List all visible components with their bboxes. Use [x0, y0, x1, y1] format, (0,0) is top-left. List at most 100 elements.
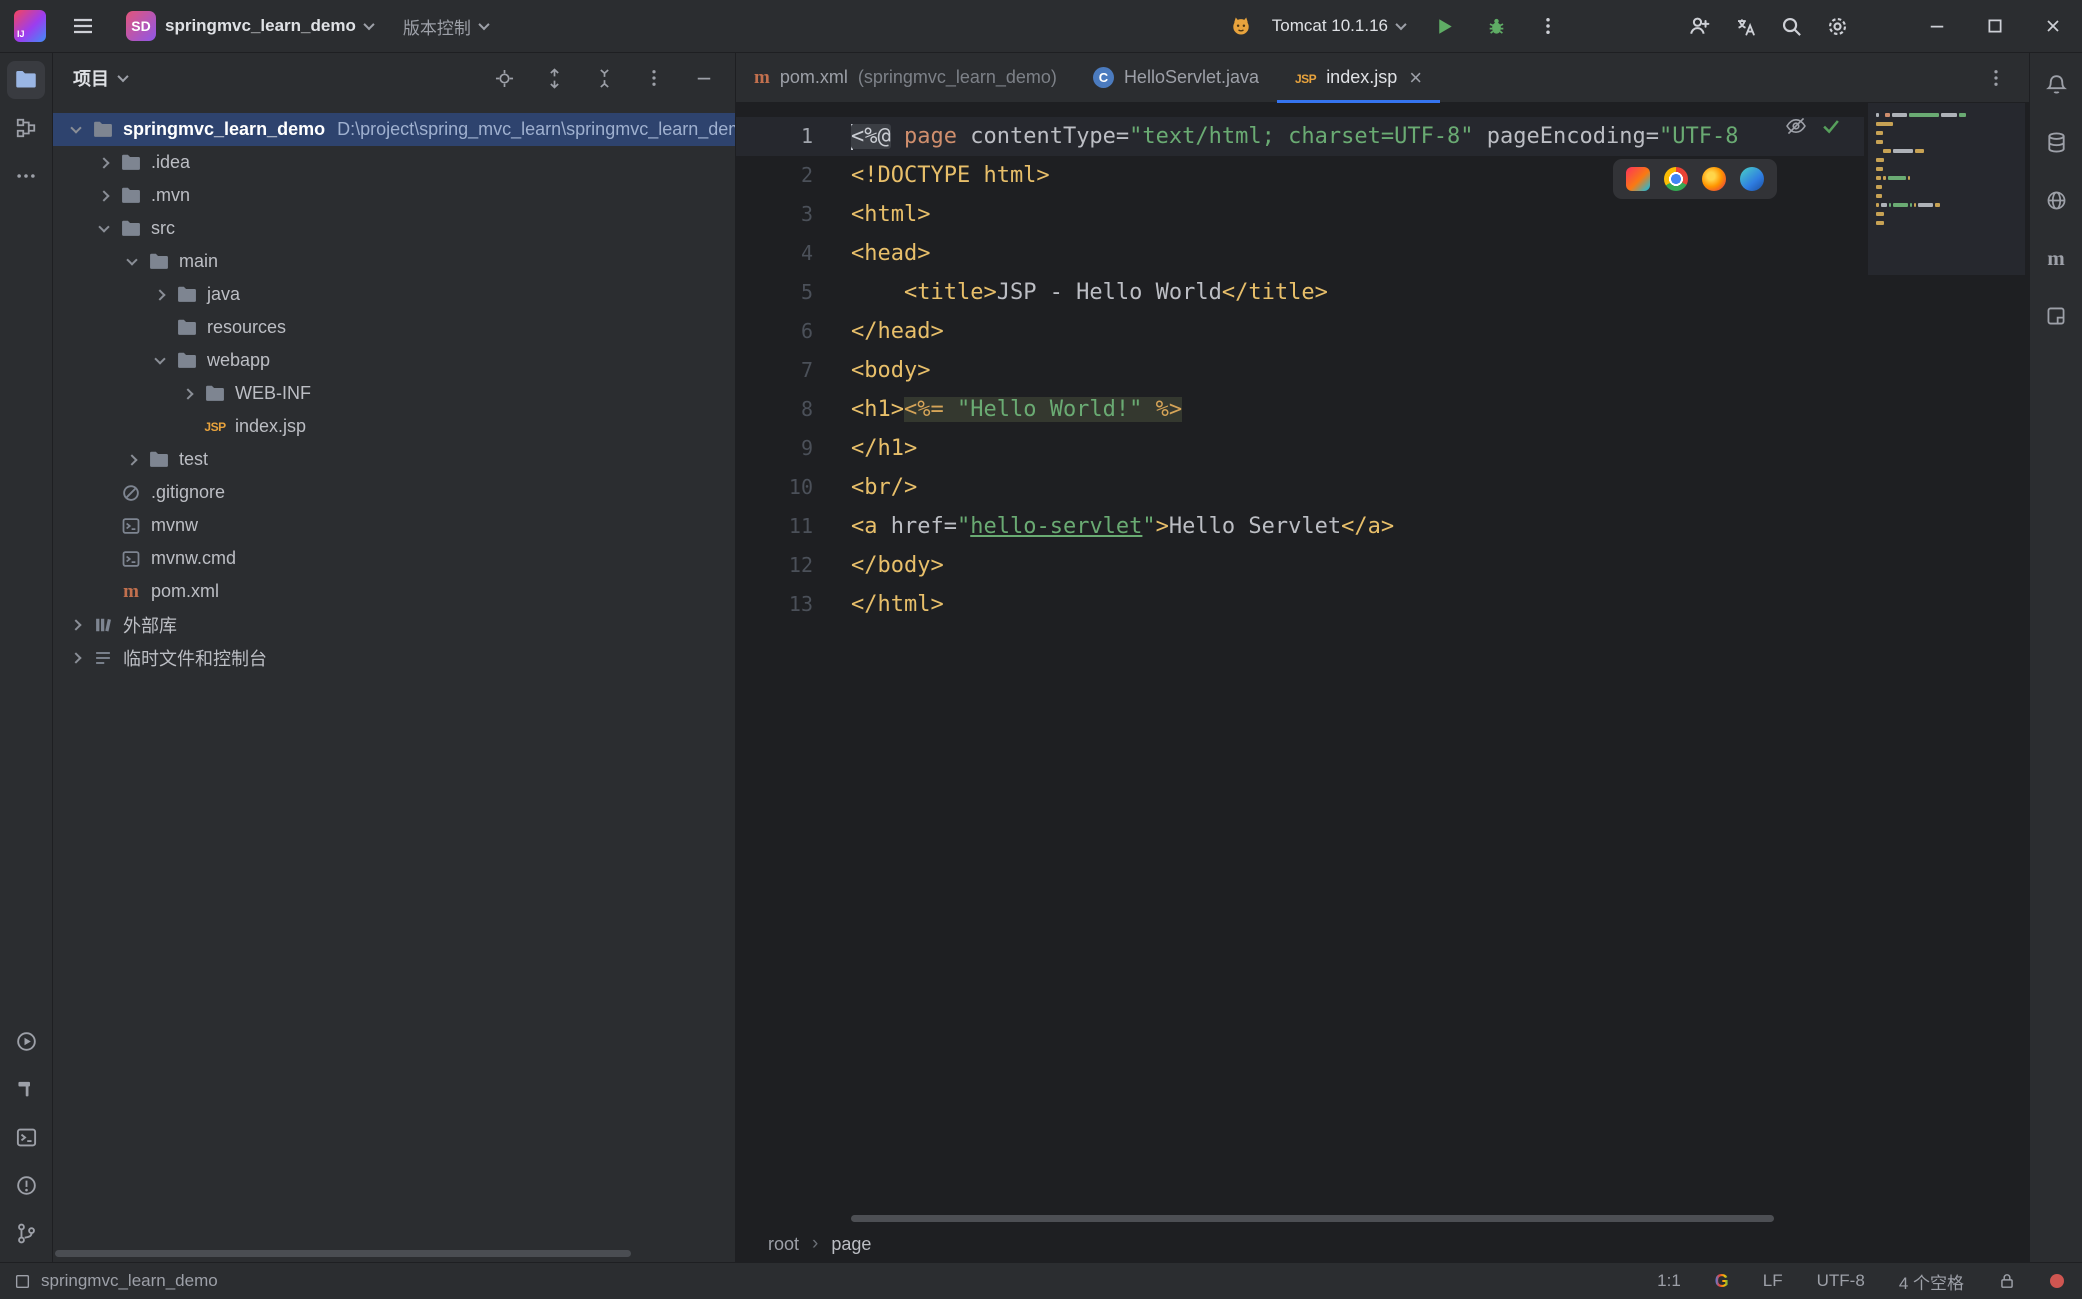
tree-item-test[interactable]: test	[53, 443, 735, 476]
breadcrumb-item-page[interactable]: page	[831, 1234, 871, 1255]
git-branch-tool-icon[interactable]	[7, 1214, 45, 1252]
maximize-icon[interactable]	[1974, 7, 2016, 45]
indent-setting[interactable]: 4 个空格	[1899, 1269, 1964, 1294]
expand-all-icon[interactable]	[539, 63, 569, 93]
notifications-bell-icon[interactable]	[2037, 65, 2075, 103]
chevron-right-icon[interactable]	[182, 388, 193, 399]
code-line-8[interactable]: 8<h1><%= "Hello World!" %>	[736, 390, 1864, 429]
line-separator[interactable]: LF	[1763, 1271, 1783, 1291]
builtin-browser-icon[interactable]	[1626, 167, 1650, 191]
tree-item-java[interactable]: java	[53, 278, 735, 311]
chrome-browser-icon[interactable]	[1664, 167, 1688, 191]
tree-item-item[interactable]: 临时文件和控制台	[53, 641, 735, 674]
tree-item-mvnw[interactable]: mvnw	[53, 509, 735, 542]
chevron-right-icon[interactable]	[126, 454, 137, 465]
chevron-down-icon[interactable]	[117, 71, 128, 82]
highlighting-off-icon[interactable]	[1785, 115, 1807, 137]
inspections-ok-icon[interactable]	[1821, 116, 1841, 136]
tree-item-resources[interactable]: resources	[53, 311, 735, 344]
database-tool-icon[interactable]	[2037, 123, 2075, 161]
caret-position[interactable]: 1:1	[1657, 1271, 1681, 1291]
tree-item-idea[interactable]: .idea	[53, 146, 735, 179]
tree-item-pom-xml[interactable]: mpom.xml	[53, 575, 735, 608]
tab-helloservlet-java[interactable]: CHelloServlet.java	[1075, 53, 1277, 102]
translation-g-icon[interactable]: G	[1715, 1271, 1729, 1292]
project-panel-scrollbar[interactable]	[55, 1250, 733, 1258]
code-line-10[interactable]: 10<br/>	[736, 468, 1864, 507]
breadcrumb-item-root[interactable]: root	[768, 1234, 799, 1255]
translate-icon[interactable]	[1726, 7, 1764, 45]
readonly-lock-icon[interactable]	[1998, 1272, 2016, 1290]
code-line-6[interactable]: 6</head>	[736, 312, 1864, 351]
services-tool-icon[interactable]	[7, 1022, 45, 1060]
more-tools-icon[interactable]	[7, 157, 45, 195]
select-opened-file-icon[interactable]	[489, 63, 519, 93]
project-tool-icon[interactable]	[7, 61, 45, 99]
tree-item-src[interactable]: src	[53, 212, 735, 245]
editor-horizontal-scrollbar[interactable]	[851, 1215, 1844, 1223]
chevron-right-icon[interactable]	[98, 157, 109, 168]
terminal-tool-icon[interactable]	[7, 1118, 45, 1156]
panel-options-icon[interactable]	[639, 63, 669, 93]
hide-panel-icon[interactable]	[689, 63, 719, 93]
code-line-5[interactable]: 5 <title>JSP - Hello World</title>	[736, 273, 1864, 312]
code-editor[interactable]: 1<%@ page contentType="text/html; charse…	[736, 103, 1864, 1226]
tab-pom-xml[interactable]: mpom.xml (springmvc_learn_demo)	[736, 53, 1075, 102]
collapse-all-icon[interactable]	[589, 63, 619, 93]
tree-item-main[interactable]: main	[53, 245, 735, 278]
build-tool-icon[interactable]	[7, 1070, 45, 1108]
code-line-9[interactable]: 9</h1>	[736, 429, 1864, 468]
tab-index-jsp[interactable]: JSPindex.jsp×	[1277, 53, 1440, 102]
layout-tool-icon[interactable]	[2037, 297, 2075, 335]
chevron-right-icon[interactable]	[70, 652, 81, 663]
tree-item-mvnw-cmd[interactable]: mvnw.cmd	[53, 542, 735, 575]
tree-item-gitignore[interactable]: .gitignore	[53, 476, 735, 509]
file-encoding[interactable]: UTF-8	[1817, 1271, 1865, 1291]
code-line-1[interactable]: 1<%@ page contentType="text/html; charse…	[736, 117, 1864, 156]
notification-indicator-icon[interactable]	[2050, 1274, 2064, 1288]
minimap[interactable]	[1864, 103, 2029, 1226]
problems-tool-icon[interactable]	[7, 1166, 45, 1204]
code-line-7[interactable]: 7<body>	[736, 351, 1864, 390]
close-icon[interactable]	[2032, 7, 2074, 45]
settings-gear-icon[interactable]	[1818, 7, 1856, 45]
code-line-12[interactable]: 12</body>	[736, 546, 1864, 585]
project-panel-title[interactable]: 项目	[73, 65, 109, 91]
code-line-3[interactable]: 3<html>	[736, 195, 1864, 234]
more-actions-icon[interactable]	[1529, 7, 1567, 45]
tree-item-springmvc-learn-demo[interactable]: springmvc_learn_demoD:\project\spring_mv…	[53, 113, 735, 146]
close-tab-icon[interactable]: ×	[1409, 67, 1422, 89]
endpoints-globe-icon[interactable]	[2037, 181, 2075, 219]
tree-item-webapp[interactable]: webapp	[53, 344, 735, 377]
maven-tool-icon[interactable]: m	[2037, 239, 2075, 277]
run-configuration[interactable]: Tomcat 10.1.16	[1266, 12, 1411, 40]
chevron-down-icon[interactable]	[70, 122, 81, 133]
tree-item-web-inf[interactable]: WEB-INF	[53, 377, 735, 410]
code-with-me-icon[interactable]	[1680, 7, 1718, 45]
code-line-4[interactable]: 4<head>	[736, 234, 1864, 273]
main-menu-icon[interactable]	[64, 7, 102, 45]
scrollbar-thumb[interactable]	[55, 1250, 631, 1257]
tree-item-mvn[interactable]: .mvn	[53, 179, 735, 212]
vcs-widget[interactable]: 版本控制	[397, 10, 494, 43]
status-project-widget[interactable]: springmvc_learn_demo	[14, 1271, 218, 1291]
tree-item-index-jsp[interactable]: JSPindex.jsp	[53, 410, 735, 443]
firefox-browser-icon[interactable]	[1702, 167, 1726, 191]
chevron-right-icon[interactable]	[154, 289, 165, 300]
edge-browser-icon[interactable]	[1740, 167, 1764, 191]
scrollbar-thumb[interactable]	[851, 1215, 1774, 1222]
minimize-icon[interactable]	[1916, 7, 1958, 45]
code-line-13[interactable]: 13</html>	[736, 585, 1864, 624]
project-widget[interactable]: SD springmvc_learn_demo	[120, 7, 379, 45]
search-icon[interactable]	[1772, 7, 1810, 45]
chevron-right-icon[interactable]	[70, 619, 81, 630]
debug-button[interactable]	[1477, 7, 1515, 45]
tab-options-icon[interactable]	[1977, 59, 2015, 97]
chevron-down-icon[interactable]	[98, 221, 109, 232]
chevron-right-icon[interactable]	[98, 190, 109, 201]
tree-item-item[interactable]: 外部库	[53, 608, 735, 641]
code-line-11[interactable]: 11<a href="hello-servlet">Hello Servlet<…	[736, 507, 1864, 546]
chevron-down-icon[interactable]	[154, 353, 165, 364]
structure-tool-icon[interactable]	[7, 109, 45, 147]
run-button[interactable]	[1425, 7, 1463, 45]
